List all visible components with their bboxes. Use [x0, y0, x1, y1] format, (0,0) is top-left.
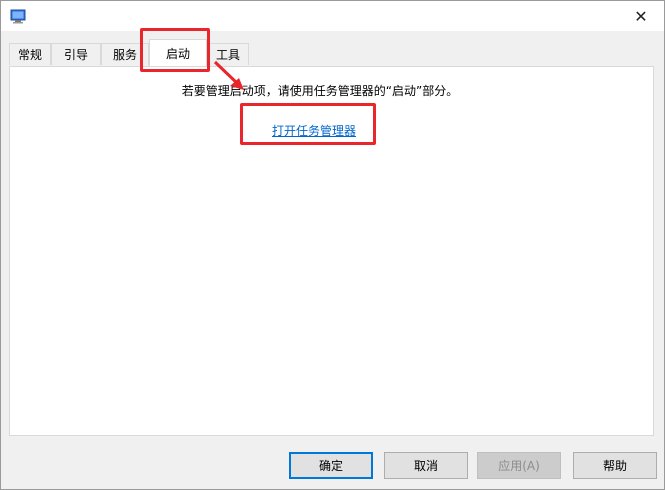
- tab-startup[interactable]: 启动: [149, 39, 207, 66]
- tab-bar: 常规 引导 服务 启动 工具: [1, 39, 664, 67]
- tab-boot[interactable]: 引导: [51, 43, 101, 65]
- startup-tab-panel: 若要管理启动项，请使用任务管理器的“启动”部分。 打开任务管理器: [9, 66, 654, 436]
- ok-button[interactable]: 确定: [289, 452, 373, 479]
- system-configuration-window: ✕ 常规 引导 服务 启动 工具 若要管理启动项，请使用任务管理器的“启动”部分…: [0, 0, 665, 490]
- tab-general[interactable]: 常规: [9, 43, 51, 65]
- cancel-button[interactable]: 取消: [384, 452, 468, 479]
- tab-tools[interactable]: 工具: [207, 43, 249, 65]
- close-icon: ✕: [634, 6, 648, 26]
- open-task-manager-link[interactable]: 打开任务管理器: [272, 122, 356, 139]
- help-button[interactable]: 帮助: [573, 452, 657, 479]
- msconfig-app-icon: [10, 8, 26, 24]
- close-button[interactable]: ✕: [618, 1, 664, 31]
- apply-button[interactable]: 应用(A): [477, 452, 561, 479]
- tab-services[interactable]: 服务: [101, 43, 149, 65]
- title-bar[interactable]: ✕: [1, 1, 664, 31]
- startup-info-text: 若要管理启动项，请使用任务管理器的“启动”部分。: [181, 84, 459, 98]
